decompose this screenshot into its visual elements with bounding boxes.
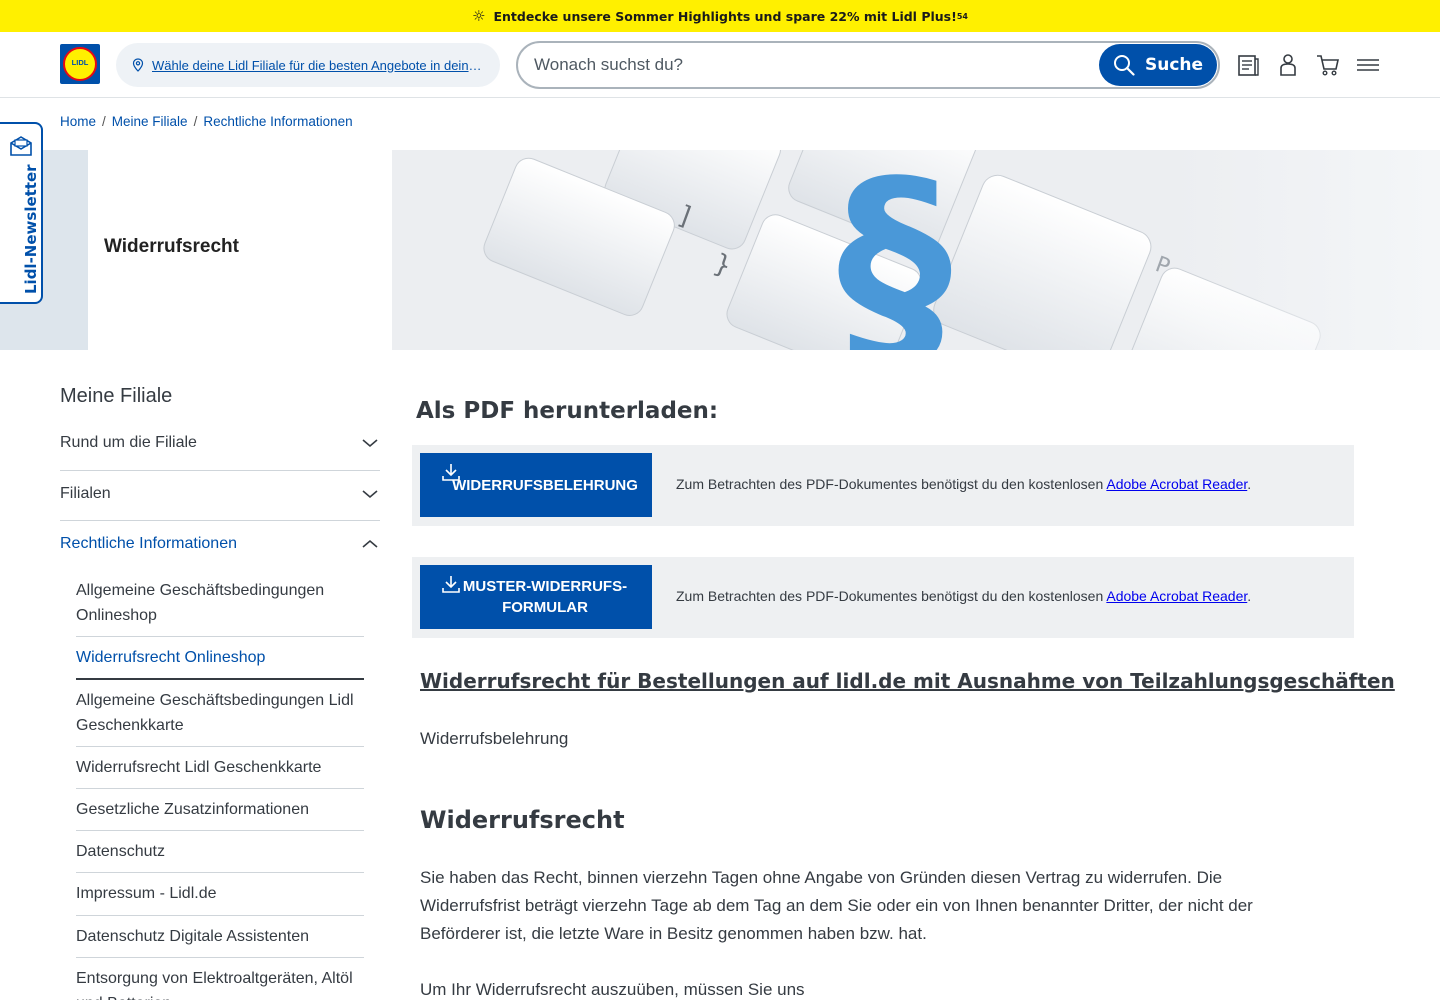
sidebar-divider <box>60 470 380 471</box>
flyer-icon[interactable] <box>1236 52 1260 78</box>
chevron-down-icon <box>362 490 378 499</box>
section-link-widerrufsrecht-bestellungen[interactable]: Widerrufsrecht für Bestellungen auf lidl… <box>420 669 1395 693</box>
site-header: LIDL Wähle deine Lidl Filiale für die be… <box>0 32 1440 98</box>
paragraph-ausuebung: Um Ihr Widerrufsrecht auszuüben, müssen … <box>420 980 805 999</box>
store-selector-link[interactable]: Wähle deine Lidl Filiale für die besten … <box>152 58 488 73</box>
sun-icon: ☼ <box>472 7 486 25</box>
cart-icon[interactable] <box>1316 52 1340 78</box>
sidebar-item-filialen[interactable]: Filialen <box>60 485 380 503</box>
sidebar-subitem-entsorgung[interactable]: Entsorgung von Elektroaltgeräten, Altöl … <box>76 966 364 1000</box>
sidebar-subitem-widerrufsrecht-geschenkkarte[interactable]: Widerrufsrecht Lidl Geschenkkarte <box>76 755 364 780</box>
hero-image: ] } P § <box>392 150 1440 350</box>
sidebar-item-label: Filialen <box>60 485 111 502</box>
menu-icon[interactable] <box>1356 52 1380 78</box>
download-icon <box>442 464 460 481</box>
promo-text: Entdecke unsere Sommer Highlights und sp… <box>493 8 957 24</box>
heading-widerrufsrecht: Widerrufsrecht <box>420 806 625 834</box>
sidebar-item-label: Rechtliche Informationen <box>60 535 237 552</box>
sidebar-item-rund-um-die-filiale[interactable]: Rund um die Filiale <box>60 434 380 452</box>
sidebar-subitem-agb-onlineshop[interactable]: Allgemeine Geschäftsbedingungen Onlinesh… <box>76 578 364 628</box>
sidebar-subdivider <box>76 636 364 637</box>
sidebar-title: Meine Filiale <box>60 385 173 407</box>
sidebar-subdivider <box>76 957 364 958</box>
sidebar-divider <box>60 520 380 521</box>
lidl-logo[interactable]: LIDL <box>60 44 100 84</box>
sidebar-subitem-agb-geschenkkarte[interactable]: Allgemeine Geschäftsbedingungen Lidl Ges… <box>76 688 364 738</box>
sidebar-subdivider <box>76 788 364 789</box>
newsletter-tab[interactable]: Lidl-Newsletter <box>0 122 43 304</box>
sidebar-subitem-datenschutz[interactable]: Datenschutz <box>76 839 364 864</box>
search-icon <box>1113 55 1135 76</box>
keyboard-illustration: ] } P § <box>392 150 1440 350</box>
download-widerrufsbelehrung-button[interactable]: WIDERRUFSBELEHRUNG <box>420 453 652 517</box>
pdf-download-box: MUSTER-WIDERRUFS-FORMULAR Zum Betrachten… <box>412 557 1354 638</box>
sidebar-subitem-impressum[interactable]: Impressum - Lidl.de <box>76 881 364 906</box>
promo-footnote: 54 <box>956 11 968 21</box>
header-icons <box>1236 52 1380 78</box>
pdf-note-suffix: . <box>1247 476 1252 492</box>
logo-text: LIDL <box>71 58 89 67</box>
chevron-up-icon <box>362 539 378 548</box>
sidebar-subdivider <box>76 830 364 831</box>
subtitle-widerrufsbelehrung: Widerrufsbelehrung <box>420 729 569 748</box>
sidebar-subdivider <box>76 746 364 747</box>
pdf-reader-note: Zum Betrachten des PDF-Dokumentes benöti… <box>676 476 1251 492</box>
breadcrumb-separator: / <box>193 114 198 129</box>
paragraph-symbol: § <box>837 150 952 350</box>
download-button-label: MUSTER-WIDERRUFS-FORMULAR <box>462 578 628 616</box>
chevron-down-icon <box>362 439 378 448</box>
acrobat-reader-link[interactable]: Adobe Acrobat Reader <box>1106 588 1247 604</box>
newsletter-mail-icon <box>10 136 32 156</box>
search-button[interactable]: Suche <box>1099 44 1217 86</box>
search-bar[interactable]: Wonach suchst du? Suche <box>516 41 1220 89</box>
breadcrumb: Home / Meine Filiale / Rechtliche Inform… <box>60 114 353 129</box>
hero-title: Widerrufsrecht <box>104 236 239 257</box>
breadcrumb-rechtliche-informationen[interactable]: Rechtliche Informationen <box>203 114 352 129</box>
download-icon <box>442 576 460 593</box>
sidebar-subdivider <box>76 872 364 873</box>
download-button-label: WIDERRUFSBELEHRUNG <box>452 476 638 494</box>
download-muster-widerrufsformular-button[interactable]: MUSTER-WIDERRUFS-FORMULAR <box>420 565 652 629</box>
sidebar-subitem-gesetzliche-zusatzinformationen[interactable]: Gesetzliche Zusatzinformationen <box>76 797 364 822</box>
newsletter-label: Lidl-Newsletter <box>22 164 40 294</box>
promo-banner[interactable]: ☼ Entdecke unsere Sommer Highlights und … <box>0 0 1440 32</box>
pdf-note-suffix: . <box>1247 588 1252 604</box>
sidebar-subdivider <box>76 915 364 916</box>
pdf-note-text: Zum Betrachten des PDF-Dokumentes benöti… <box>676 588 1107 604</box>
breadcrumb-home[interactable]: Home <box>60 114 96 129</box>
pdf-section-title: Als PDF herunterladen: <box>416 398 719 424</box>
sidebar-item-rechtliche-informationen[interactable]: Rechtliche Informationen <box>60 535 380 553</box>
pdf-reader-note: Zum Betrachten des PDF-Dokumentes benöti… <box>676 588 1251 604</box>
sidebar-item-label: Rund um die Filiale <box>60 434 197 451</box>
acrobat-reader-link[interactable]: Adobe Acrobat Reader <box>1106 476 1247 492</box>
search-button-label: Suche <box>1144 55 1204 75</box>
store-selector[interactable]: Wähle deine Lidl Filiale für die besten … <box>116 43 500 87</box>
search-input[interactable]: Wonach suchst du? <box>534 55 683 75</box>
paragraph-widerrufsrecht: Sie haben das Recht, binnen vierzehn Tag… <box>420 868 1253 943</box>
location-pin-icon <box>132 58 144 72</box>
pdf-download-box: WIDERRUFSBELEHRUNG Zum Betrachten des PD… <box>412 445 1354 526</box>
sidebar-subitem-datenschutz-digitale-assistenten[interactable]: Datenschutz Digitale Assistenten <box>76 924 364 949</box>
breadcrumb-meine-filiale[interactable]: Meine Filiale <box>112 114 188 129</box>
sidebar-active-underline <box>76 678 364 680</box>
pdf-note-text: Zum Betrachten des PDF-Dokumentes benöti… <box>676 476 1107 492</box>
breadcrumb-separator: / <box>102 114 106 129</box>
sidebar-subitem-widerrufsrecht-onlineshop[interactable]: Widerrufsrecht Onlineshop <box>76 645 364 670</box>
account-icon[interactable] <box>1276 52 1300 78</box>
